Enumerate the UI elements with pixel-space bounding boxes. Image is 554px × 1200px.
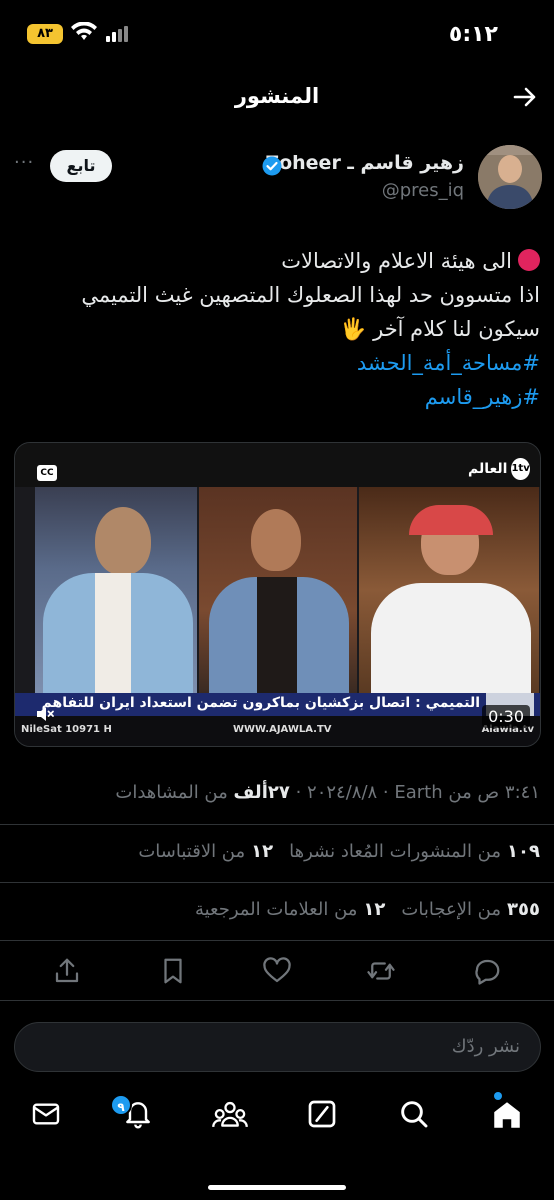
channel-badge-icon: 1tv	[511, 458, 530, 480]
reposts-count: ١٠٩	[507, 841, 540, 862]
post-line-3: سيكون لنا كلام آخر 🖐	[340, 317, 540, 341]
bookmarks-count: ١٢	[363, 899, 386, 920]
notifications-badge: ٩	[110, 1094, 132, 1116]
page-title: المنشور	[234, 84, 320, 108]
video-panel-left	[35, 487, 197, 693]
post-meta: ٣:٤١ ص من Earth · ٢٠٢٤/٨/٨ · ٢٧ألف من ال…	[115, 782, 540, 803]
mute-icon[interactable]	[35, 705, 55, 723]
divider	[0, 824, 554, 825]
bookmark-icon[interactable]	[158, 956, 188, 986]
like-icon[interactable]	[262, 956, 292, 986]
news-ticker: التميمي : اتصال بزكشيان بماكرون تضمن است…	[15, 693, 540, 717]
hashtag-link[interactable]: #مساحة_أمة_الحشد	[14, 346, 540, 380]
status-bar: ٨٣ ٥:١٢	[0, 0, 554, 64]
home-icon[interactable]	[490, 1098, 524, 1132]
video-duration: 0:30	[482, 705, 530, 728]
verified-icon	[262, 156, 282, 176]
communities-icon[interactable]	[212, 1098, 248, 1130]
red-circle-icon	[518, 249, 540, 271]
post-text: الى هيئة الاعلام والاتصالات اذا متسوون ح…	[14, 244, 540, 414]
user-handle[interactable]: @pres_iq	[382, 180, 464, 201]
divider	[0, 882, 554, 883]
back-arrow-icon[interactable]	[512, 84, 538, 110]
repost-icon[interactable]	[366, 956, 396, 986]
wifi-icon	[71, 22, 97, 40]
likes-count: ٣٥٥	[507, 899, 540, 920]
reply-input[interactable]: نشر ردّك	[14, 1022, 541, 1072]
search-icon[interactable]	[398, 1098, 430, 1130]
more-options-icon[interactable]: ···	[14, 152, 34, 173]
video-top-bar: CC العالم 1tv	[15, 443, 540, 487]
share-icon[interactable]	[52, 956, 82, 986]
cc-badge: CC	[37, 465, 57, 481]
post-line-2: اذا متسوون حد لهذا الصعلوك المتصهين غيث …	[81, 283, 540, 307]
post-line-1: الى هيئة الاعلام والاتصالات	[14, 244, 540, 278]
avatar[interactable]	[478, 145, 542, 209]
top-header: المنشور	[0, 66, 554, 130]
reply-icon[interactable]	[472, 956, 502, 986]
display-name[interactable]: زهير قاسم ـ Zoheer	[265, 152, 464, 174]
views-count: ٢٧ألف	[233, 782, 290, 803]
video-player[interactable]: CC العالم 1tv التميمي : اتصال بزكشيان بم…	[14, 442, 541, 747]
messages-icon[interactable]	[30, 1098, 62, 1130]
grok-icon[interactable]	[306, 1098, 338, 1130]
repost-stats[interactable]: ١٠٩من المنشورات المُعاد نشرها١٢من الاقتب…	[138, 841, 540, 862]
divider	[0, 940, 554, 941]
divider	[0, 1000, 554, 1001]
video-panel-center	[199, 487, 357, 693]
follow-button[interactable]: تابع	[50, 150, 112, 182]
status-time: ٥:١٢	[448, 22, 498, 47]
quotes-count: ١٢	[251, 841, 274, 862]
signal-icon	[106, 26, 128, 42]
video-bottom-bar: NileSat 10971 H WWW.AJAWLA.TV Alawla.tv	[15, 716, 540, 746]
battery-indicator: ٨٣	[27, 24, 63, 44]
channel-logo: العالم 1tv	[468, 457, 530, 481]
hashtag-link[interactable]: #زهير_قاسم	[14, 380, 540, 414]
like-stats[interactable]: ٣٥٥من الإعجابات١٢من العلامات المرجعية	[195, 899, 540, 920]
home-indicator	[208, 1185, 346, 1190]
video-panel-right	[359, 487, 539, 693]
